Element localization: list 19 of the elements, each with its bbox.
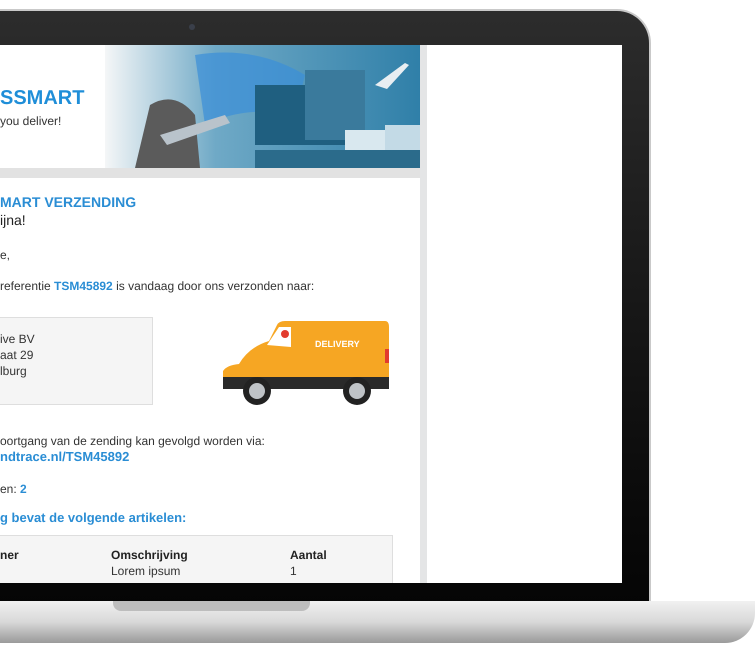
items-heading: g bevat de volgende artikelen: <box>0 509 186 527</box>
tracking-link[interactable]: ndtrace.nl/TSM45892 <box>0 449 130 465</box>
van-label: DELIVERY <box>315 339 360 349</box>
address-line: ive BV <box>0 331 35 347</box>
email-heading: MART VERZENDING <box>0 193 136 211</box>
package-count: en: 2 <box>0 481 27 497</box>
address-line: lburg <box>0 363 27 379</box>
greeting-text: e, <box>0 247 10 263</box>
tracking-text: oortgang van de zending kan gevolgd worden via: <box>0 433 265 449</box>
column-header: Aantal <box>290 547 327 563</box>
table-cell: Lorem ipsum <box>111 563 180 579</box>
column-header: ner <box>0 547 19 563</box>
intro-text: referentie TSM45892 is vandaag door ons verzonden naar: <box>0 278 314 294</box>
email-subtitle: ijna! <box>0 211 26 229</box>
brand-logo: SSMART <box>0 88 84 108</box>
brand-tagline: you deliver! <box>0 112 62 130</box>
address-line: aat 29 <box>0 347 34 363</box>
column-header: Omschrijving <box>111 547 188 563</box>
table-cell: 1 <box>290 563 297 579</box>
